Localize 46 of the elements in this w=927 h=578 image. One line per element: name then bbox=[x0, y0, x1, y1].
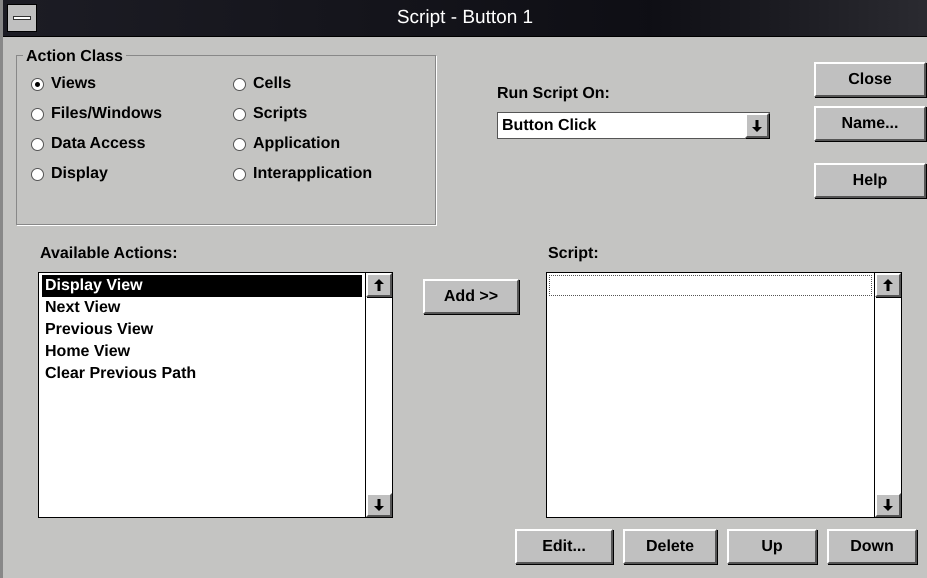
window-title: Script - Button 1 bbox=[396, 6, 534, 30]
up-arrow-icon bbox=[883, 279, 893, 291]
scroll-up-button[interactable] bbox=[875, 273, 901, 297]
list-box[interactable]: Display View Next View Previous View Home View Clear Previous Path bbox=[38, 272, 393, 518]
push-button[interactable]: Help bbox=[814, 163, 926, 198]
radio-button[interactable] bbox=[31, 78, 44, 90]
radio-button[interactable] bbox=[31, 138, 44, 150]
radio-label: Scripts bbox=[253, 104, 308, 124]
dropdown[interactable]: Button Click bbox=[497, 112, 770, 139]
scrollbar[interactable] bbox=[365, 273, 392, 517]
radio-label: Data Access bbox=[51, 134, 146, 154]
list-item[interactable]: Display View bbox=[42, 275, 362, 297]
down-arrow-icon bbox=[883, 499, 893, 511]
radio-button[interactable] bbox=[233, 78, 246, 90]
radio-label: Views bbox=[51, 74, 96, 94]
push-button[interactable]: Name... bbox=[814, 106, 926, 141]
radio-label: Display bbox=[51, 164, 108, 184]
radio-button[interactable] bbox=[233, 138, 246, 150]
down-arrow-icon bbox=[374, 499, 384, 511]
field-label: Run Script On: bbox=[497, 84, 611, 104]
scroll-up-button[interactable] bbox=[366, 273, 392, 297]
dropdown-value: Button Click bbox=[501, 116, 598, 136]
script-list-box[interactable] bbox=[546, 272, 902, 518]
scroll-down-button[interactable] bbox=[366, 493, 392, 517]
radio-button[interactable] bbox=[31, 108, 44, 120]
radio-label: Application bbox=[253, 134, 340, 154]
scroll-down-button[interactable] bbox=[875, 493, 901, 517]
push-button[interactable]: Close bbox=[814, 62, 926, 97]
push-button[interactable]: Up bbox=[727, 529, 817, 564]
push-button[interactable]: Down bbox=[827, 529, 917, 564]
radio-label: Cells bbox=[253, 74, 292, 94]
system-menu-button[interactable] bbox=[7, 4, 37, 32]
radio-button[interactable] bbox=[233, 168, 246, 180]
list-label: Script: bbox=[548, 244, 600, 264]
down-arrow-icon bbox=[752, 120, 762, 132]
up-arrow-icon bbox=[374, 279, 384, 291]
push-button[interactable]: Delete bbox=[623, 529, 717, 564]
dropdown-button[interactable] bbox=[745, 113, 769, 138]
radio-label: Interapplication bbox=[253, 164, 372, 184]
push-button[interactable]: Edit... bbox=[515, 529, 613, 564]
push-button[interactable]: Add >> bbox=[423, 279, 519, 314]
scrollbar[interactable] bbox=[874, 273, 901, 517]
radio-button[interactable] bbox=[31, 168, 44, 180]
radio-button[interactable] bbox=[233, 108, 246, 120]
radio-label: Files/Windows bbox=[51, 104, 162, 124]
list-label: Available Actions: bbox=[40, 244, 179, 264]
